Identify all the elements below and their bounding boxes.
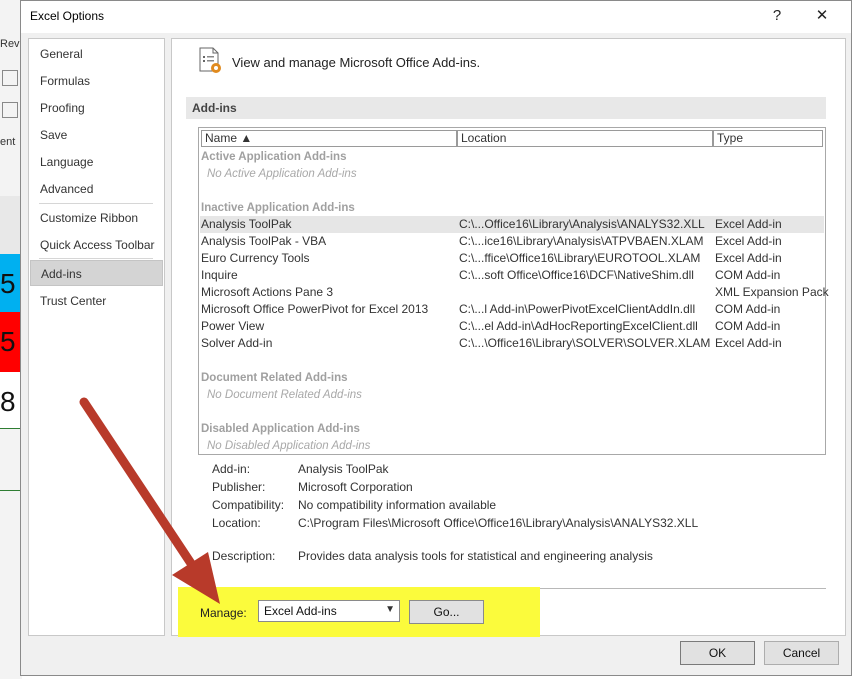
background-cell: 5	[0, 254, 22, 314]
dropdown-arrow-icon: ▼	[385, 604, 395, 615]
row-type: COM Add-in	[715, 268, 781, 282]
add-ins-icon	[199, 47, 221, 73]
sidebar-item-customize-ribbon[interactable]: Customize Ribbon	[30, 205, 163, 231]
cancel-button[interactable]: Cancel	[764, 641, 839, 665]
table-row[interactable]: Solver Add-in C:\...\Office16\Library\SO…	[200, 335, 824, 352]
row-location: C:\...ffice\Office16\Library\EUROTOOL.XL…	[459, 251, 701, 265]
row-location: C:\...ice16\Library\Analysis\ATPVBAEN.XL…	[459, 234, 704, 248]
row-type: COM Add-in	[715, 302, 781, 316]
row-type: Excel Add-in	[715, 336, 782, 350]
background-cell: 8	[0, 372, 22, 429]
group-title-disabled: Disabled Application Add-ins	[201, 423, 360, 435]
row-name: Analysis ToolPak - VBA	[201, 234, 327, 248]
row-name: Inquire	[201, 268, 238, 282]
add-ins-list[interactable]: Name ▲ Location Type Active Application …	[198, 127, 829, 455]
sidebar-item-save[interactable]: Save	[30, 122, 163, 148]
sidebar-item-proofing[interactable]: Proofing	[30, 95, 163, 121]
detail-addin-label: Add-in:	[212, 462, 251, 476]
row-type: Excel Add-in	[715, 234, 782, 248]
detail-description-value: Provides data analysis tools for statist…	[298, 549, 653, 563]
background-ribbon-icon	[2, 102, 18, 118]
background-excel-window: Revie ent 5 5 8	[0, 0, 28, 679]
background-ribbon-icon	[2, 70, 18, 86]
sidebar-item-trust-center[interactable]: Trust Center	[30, 288, 163, 314]
row-name: Microsoft Office PowerPivot for Excel 20…	[201, 302, 429, 316]
close-button[interactable]: ✕	[810, 5, 834, 27]
sidebar-divider	[39, 203, 153, 204]
background-header-cell	[0, 196, 22, 254]
table-row[interactable]: Inquire C:\...soft Office\Office16\DCF\N…	[200, 267, 824, 284]
row-type: Excel Add-in	[715, 217, 782, 231]
detail-publisher-label: Publisher:	[212, 480, 266, 494]
row-name: Analysis ToolPak	[201, 217, 292, 231]
sidebar-item-quick-access-toolbar[interactable]: Quick Access Toolbar	[30, 232, 163, 258]
row-location: C:\...soft Office\Office16\DCF\NativeShi…	[459, 268, 694, 282]
group-empty-active: No Active Application Add-ins	[207, 168, 357, 180]
column-header-type[interactable]: Type	[713, 130, 823, 147]
sidebar-item-advanced[interactable]: Advanced	[30, 176, 163, 202]
table-row[interactable]: Analysis ToolPak - VBA C:\...ice16\Libra…	[200, 233, 824, 250]
sidebar-item-add-ins[interactable]: Add-ins	[30, 260, 163, 286]
sidebar-item-language[interactable]: Language	[30, 149, 163, 175]
dialog-titlebar: Excel Options ? ✕	[21, 1, 851, 33]
group-empty-disabled: No Disabled Application Add-ins	[207, 440, 371, 452]
column-header-name[interactable]: Name ▲	[201, 130, 457, 147]
table-row[interactable]: Euro Currency Tools C:\...ffice\Office16…	[200, 250, 824, 267]
detail-compatibility-label: Compatibility:	[212, 498, 285, 512]
detail-compatibility-value: No compatibility information available	[298, 498, 497, 512]
row-type: COM Add-in	[715, 319, 781, 333]
group-title-active: Active Application Add-ins	[201, 151, 347, 163]
detail-addin-value: Analysis ToolPak	[298, 462, 389, 476]
detail-description-label: Description:	[212, 549, 276, 563]
detail-location-label: Location:	[212, 516, 261, 530]
options-sidebar: General Formulas Proofing Save Language …	[28, 38, 165, 636]
ok-button[interactable]: OK	[680, 641, 755, 665]
help-button[interactable]: ?	[765, 5, 789, 27]
row-type: Excel Add-in	[715, 251, 782, 265]
row-name: Euro Currency Tools	[201, 251, 310, 265]
manage-dropdown-value: Excel Add-ins	[264, 604, 337, 618]
row-name: Solver Add-in	[201, 336, 273, 350]
manage-dropdown[interactable]: Excel Add-ins ▼	[258, 600, 400, 622]
table-row[interactable]: Microsoft Office PowerPivot for Excel 20…	[200, 301, 824, 318]
background-cell: 5	[0, 312, 22, 372]
row-location: C:\...\Office16\Library\SOLVER\SOLVER.XL…	[459, 336, 711, 350]
group-empty-document: No Document Related Add-ins	[207, 389, 362, 401]
go-button[interactable]: Go...	[409, 600, 484, 624]
row-location: C:\...el Add-in\AdHocReportingExcelClien…	[459, 319, 698, 333]
row-name: Power View	[201, 319, 265, 333]
background-gridline	[0, 490, 22, 491]
group-title-inactive: Inactive Application Add-ins	[201, 202, 355, 214]
row-location: C:\...l Add-in\PowerPivotExcelClientAddI…	[459, 302, 696, 316]
table-row[interactable]: Power View C:\...el Add-in\AdHocReportin…	[200, 318, 824, 335]
row-name: Microsoft Actions Pane 3	[201, 285, 334, 299]
excel-options-dialog: Excel Options ? ✕ General Formulas Proof…	[20, 0, 852, 676]
detail-publisher-value: Microsoft Corporation	[298, 480, 413, 494]
row-type: XML Expansion Pack	[715, 285, 829, 299]
manage-label: Manage:	[200, 606, 247, 620]
section-header: Add-ins	[186, 97, 826, 119]
page-title: View and manage Microsoft Office Add-ins…	[232, 55, 481, 70]
sidebar-divider	[39, 258, 153, 259]
column-header-location[interactable]: Location	[457, 130, 713, 147]
detail-location-value: C:\Program Files\Microsoft Office\Office…	[298, 516, 699, 530]
background-side-fragment: ent	[0, 136, 16, 148]
add-ins-panel: View and manage Microsoft Office Add-ins…	[171, 38, 846, 637]
table-row[interactable]: Analysis ToolPak C:\...Office16\Library\…	[200, 216, 824, 233]
sidebar-item-general[interactable]: General	[30, 41, 163, 67]
section-title: Add-ins	[192, 101, 237, 115]
sidebar-item-formulas[interactable]: Formulas	[30, 68, 163, 94]
table-row[interactable]: Microsoft Actions Pane 3 XML Expansion P…	[200, 284, 829, 301]
row-location: C:\...Office16\Library\Analysis\ANALYS32…	[459, 217, 705, 231]
group-title-document: Document Related Add-ins	[201, 372, 348, 384]
dialog-title: Excel Options	[30, 9, 105, 23]
